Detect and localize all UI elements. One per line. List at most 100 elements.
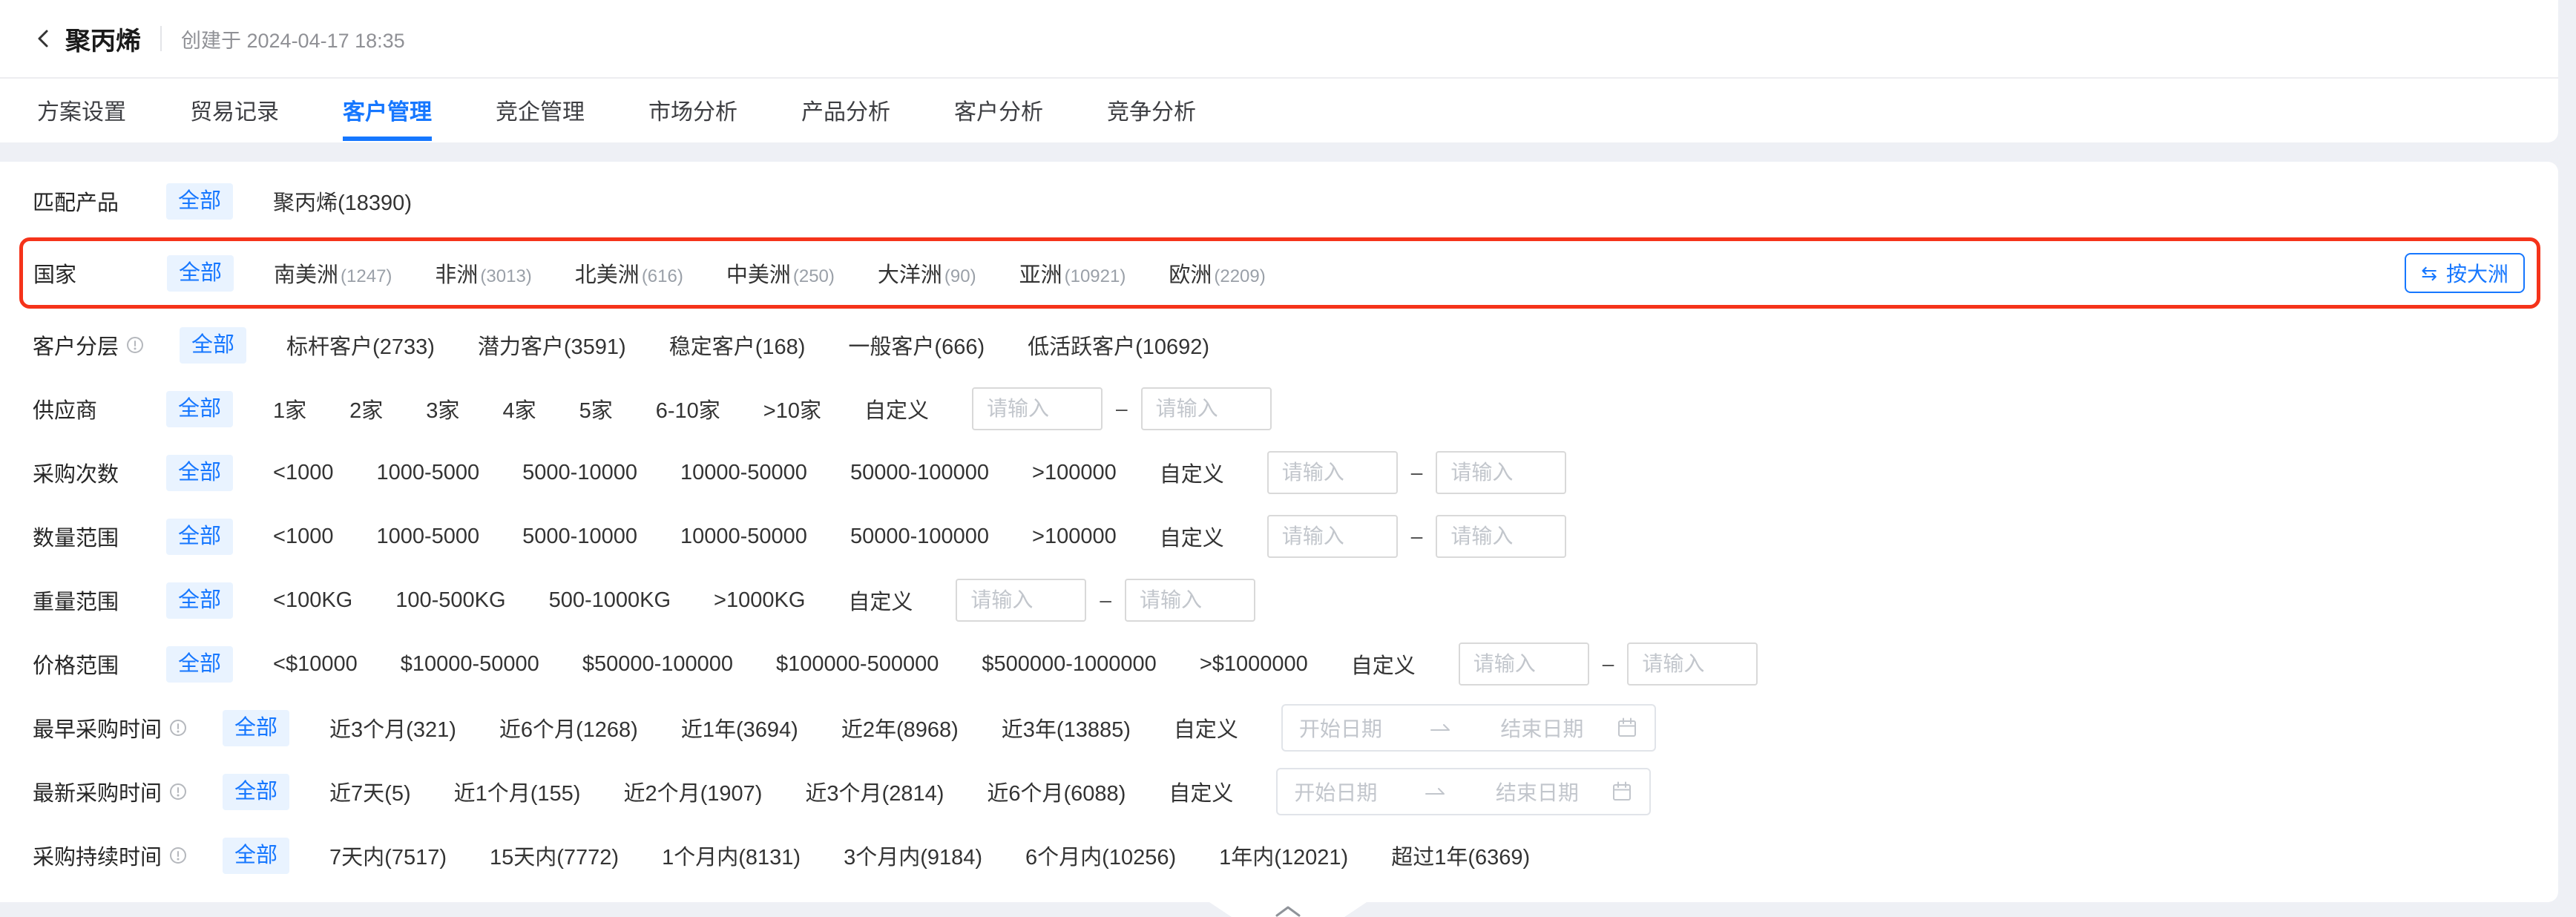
option[interactable]: 近3个月(2814)	[805, 776, 944, 807]
range-max-input[interactable]	[1141, 387, 1272, 430]
option-custom[interactable]: 自定义	[1169, 776, 1233, 807]
tab-客户分析[interactable]: 客户分析	[954, 79, 1043, 141]
option-北美洲[interactable]: 北美洲(616)	[575, 257, 683, 289]
option-all-purchase-count[interactable]: 全部	[166, 455, 233, 491]
option[interactable]: 10000-50000	[680, 461, 807, 485]
option[interactable]: 5家	[579, 393, 613, 424]
option[interactable]: 标杆客户(2733)	[286, 329, 435, 361]
option[interactable]: 一般客户(666)	[848, 329, 985, 361]
option[interactable]: 500-1000KG	[549, 588, 671, 613]
option[interactable]: $50000-100000	[582, 652, 733, 677]
option-中美洲[interactable]: 中美洲(250)	[726, 257, 835, 289]
option-all-suppliers[interactable]: 全部	[166, 391, 233, 427]
option-南美洲[interactable]: 南美洲(1247)	[274, 257, 392, 289]
option[interactable]: 6个月内(10256)	[1025, 840, 1176, 871]
option-custom[interactable]: 自定义	[1351, 648, 1416, 680]
option-custom[interactable]: 自定义	[1160, 521, 1224, 552]
option-all-match-product[interactable]: 全部	[166, 183, 233, 220]
collapse-filters-button[interactable]	[1209, 902, 1367, 917]
back-button[interactable]	[33, 27, 55, 50]
option[interactable]: 1个月内(8131)	[662, 840, 801, 871]
info-icon[interactable]	[126, 336, 144, 354]
tab-贸易记录[interactable]: 贸易记录	[190, 79, 279, 141]
option[interactable]: 近1个月(155)	[454, 776, 581, 807]
info-icon[interactable]	[169, 783, 187, 801]
option[interactable]: 4家	[502, 393, 536, 424]
range-max-input[interactable]	[1627, 642, 1758, 686]
tab-客户管理[interactable]: 客户管理	[343, 79, 432, 141]
option[interactable]: 1家	[273, 393, 306, 424]
option-custom[interactable]: 自定义	[1174, 712, 1238, 743]
group-by-continent-button[interactable]: ⇆按大洲	[2405, 253, 2525, 293]
option[interactable]: $500000-1000000	[982, 652, 1156, 677]
tab-竞争分析[interactable]: 竞争分析	[1107, 79, 1196, 141]
option-欧洲[interactable]: 欧洲(2209)	[1169, 257, 1265, 289]
option-all-purchase-duration[interactable]: 全部	[223, 838, 289, 874]
option[interactable]: 100-500KG	[395, 588, 505, 613]
option[interactable]: 7天内(7517)	[329, 840, 447, 871]
tab-市场分析[interactable]: 市场分析	[648, 79, 737, 141]
option[interactable]: 低活跃客户(10692)	[1028, 329, 1209, 361]
option[interactable]: <$10000	[273, 652, 358, 677]
range-min-input[interactable]	[972, 387, 1103, 430]
option[interactable]: 1000-5000	[376, 525, 479, 549]
option[interactable]: 3家	[426, 393, 459, 424]
range-min-input[interactable]	[1267, 451, 1398, 494]
tab-方案设置[interactable]: 方案设置	[37, 79, 126, 141]
option[interactable]: 1年内(12021)	[1219, 840, 1348, 871]
option-all-earliest-purchase-time[interactable]: 全部	[223, 710, 289, 746]
option[interactable]: 近1年(3694)	[681, 712, 798, 743]
option[interactable]: 5000-10000	[522, 525, 637, 549]
option-all-quantity-range[interactable]: 全部	[166, 519, 233, 555]
tab-产品分析[interactable]: 产品分析	[801, 79, 890, 141]
range-min-input[interactable]	[956, 579, 1086, 622]
date-range-picker-earliest-purchase-time[interactable]: 开始日期结束日期	[1281, 704, 1656, 752]
info-icon[interactable]	[169, 847, 187, 864]
range-max-input[interactable]	[1436, 451, 1566, 494]
option[interactable]: 潜力客户(3591)	[478, 329, 626, 361]
range-min-input[interactable]	[1459, 642, 1589, 686]
option[interactable]: 2家	[349, 393, 383, 424]
range-max-input[interactable]	[1436, 515, 1566, 558]
option[interactable]: >10家	[763, 393, 821, 424]
option[interactable]: 近2年(8968)	[841, 712, 959, 743]
option[interactable]: $10000-50000	[401, 652, 539, 677]
option[interactable]: 近6个月(1268)	[499, 712, 638, 743]
option[interactable]: >1000KG	[714, 588, 805, 613]
option[interactable]: 3个月内(9184)	[844, 840, 982, 871]
option[interactable]: >100000	[1032, 461, 1117, 485]
date-range-picker-latest-purchase-time[interactable]: 开始日期结束日期	[1276, 768, 1651, 815]
option-大洋洲[interactable]: 大洋洲(90)	[878, 257, 976, 289]
option[interactable]: 5000-10000	[522, 461, 637, 485]
option-all-customer-tier[interactable]: 全部	[180, 327, 246, 364]
option[interactable]: 15天内(7772)	[490, 840, 619, 871]
range-min-input[interactable]	[1267, 515, 1398, 558]
option[interactable]: 50000-100000	[850, 461, 989, 485]
option-亚洲[interactable]: 亚洲(10921)	[1019, 257, 1126, 289]
option[interactable]: 50000-100000	[850, 525, 989, 549]
tab-竞企管理[interactable]: 竞企管理	[496, 79, 585, 141]
option[interactable]: 稳定客户(168)	[669, 329, 806, 361]
option-custom[interactable]: 自定义	[1160, 457, 1224, 488]
option[interactable]: 聚丙烯(18390)	[273, 185, 412, 217]
option[interactable]: <1000	[273, 525, 333, 549]
option[interactable]: 近2个月(1907)	[623, 776, 762, 807]
option-all-country[interactable]: 全部	[167, 255, 234, 292]
option[interactable]: 1000-5000	[376, 461, 479, 485]
option[interactable]: >100000	[1032, 525, 1117, 549]
option[interactable]: <1000	[273, 461, 333, 485]
option-all-weight-range[interactable]: 全部	[166, 582, 233, 619]
range-max-input[interactable]	[1125, 579, 1255, 622]
info-icon[interactable]	[169, 719, 187, 737]
option[interactable]: <100KG	[273, 588, 352, 613]
option[interactable]: 近7天(5)	[329, 776, 411, 807]
option-all-latest-purchase-time[interactable]: 全部	[223, 774, 289, 810]
option[interactable]: >$1000000	[1200, 652, 1308, 677]
option-custom[interactable]: 自定义	[864, 393, 929, 424]
option[interactable]: 近3个月(321)	[329, 712, 456, 743]
option-custom[interactable]: 自定义	[848, 585, 913, 616]
option[interactable]: 近3年(13885)	[1002, 712, 1131, 743]
option[interactable]: $100000-500000	[776, 652, 939, 677]
option[interactable]: 超过1年(6369)	[1391, 840, 1530, 871]
option[interactable]: 10000-50000	[680, 525, 807, 549]
